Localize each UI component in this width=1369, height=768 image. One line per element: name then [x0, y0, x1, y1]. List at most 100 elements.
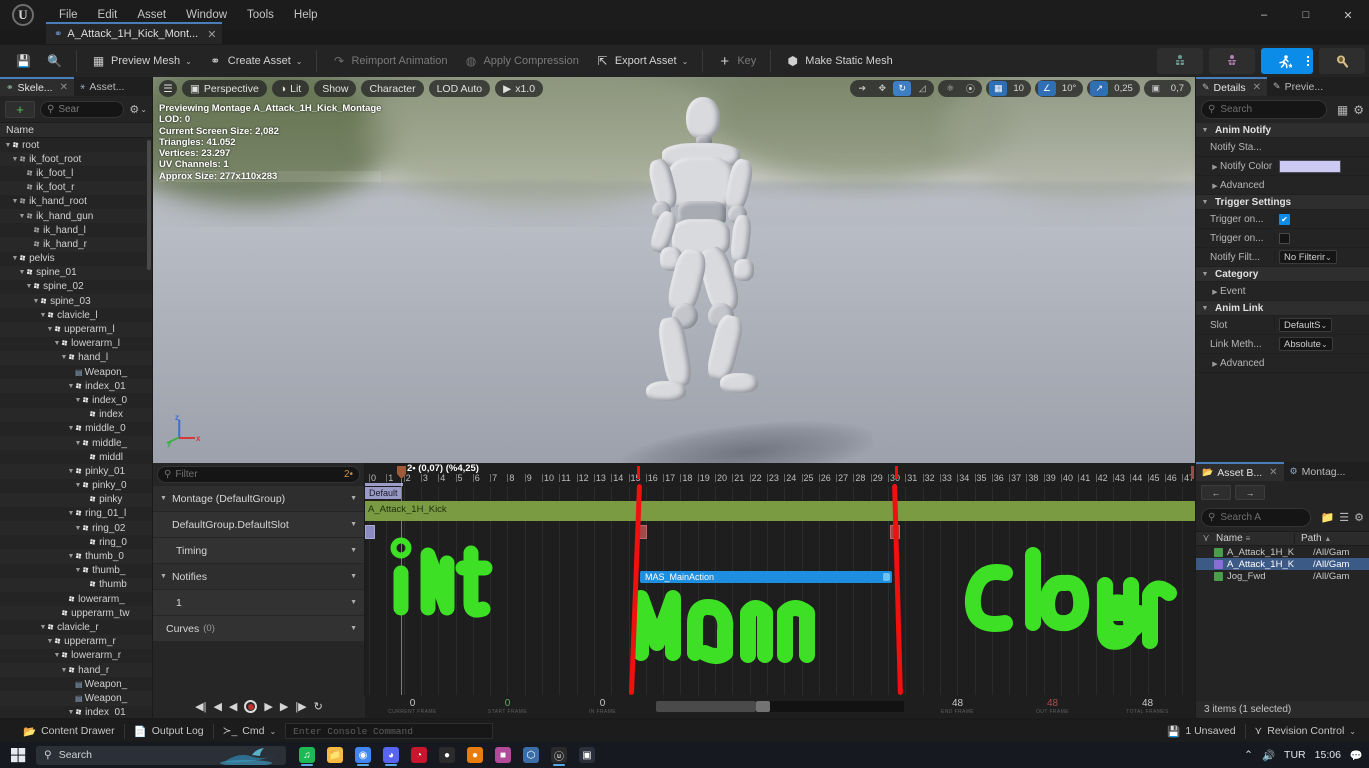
- tree-row[interactable]: ▼❖thumb_: [0, 564, 152, 578]
- taskbar-app-obs[interactable]: ●: [434, 743, 460, 767]
- tree-row[interactable]: ▼❖clavicle_l: [0, 308, 152, 322]
- unsaved-button[interactable]: 💾 1 Unsaved: [1158, 722, 1244, 740]
- step-back-button[interactable]: ◀: [213, 700, 221, 713]
- tab-details[interactable]: ✎ Details ✕: [1196, 77, 1267, 96]
- folder-icon[interactable]: 📁: [1321, 511, 1335, 524]
- track-header-row[interactable]: ▼Notifies▼: [153, 564, 364, 589]
- tree-row[interactable]: ❖thumb: [0, 578, 152, 592]
- taskbar-app-blender[interactable]: ●: [462, 743, 488, 767]
- taskbar-search-input[interactable]: ⚲ Search: [36, 746, 286, 765]
- make-static-mesh-button[interactable]: ⬢ Make Static Mesh: [777, 48, 900, 74]
- tree-row[interactable]: ▼❖ik_foot_root: [0, 152, 152, 166]
- checkbox-checked[interactable]: ✔: [1279, 214, 1290, 225]
- tree-row[interactable]: ▼❖upperarm_r: [0, 635, 152, 649]
- taskbar-app-substance[interactable]: ■: [490, 743, 516, 767]
- tree-row[interactable]: ▼❖middle_: [0, 436, 152, 450]
- property-dropdown[interactable]: No Filterir⌄: [1279, 250, 1337, 264]
- content-drawer-button[interactable]: 📂 Content Drawer: [14, 722, 124, 740]
- tree-row[interactable]: ▼❖clavicle_r: [0, 620, 152, 634]
- animation-mode-button[interactable]: ★: [1261, 48, 1307, 74]
- filter-icon[interactable]: ☰: [1339, 511, 1349, 524]
- track-menu-icon[interactable]: ▼: [350, 625, 357, 632]
- tab-animation-montage[interactable]: ⚭ A_Attack_1H_Kick_Mont... ✕: [46, 22, 222, 44]
- tab-close-icon[interactable]: ✕: [1269, 467, 1277, 478]
- camera-icon[interactable]: ▣: [1147, 81, 1165, 96]
- track-menu-icon[interactable]: ▼: [350, 547, 357, 554]
- track-menu-icon[interactable]: ▼: [350, 521, 357, 528]
- tree-row[interactable]: ▼❖ik_hand_root: [0, 195, 152, 209]
- details-category-header[interactable]: ▼Category: [1196, 267, 1369, 282]
- grid-view-icon[interactable]: ▦: [1337, 103, 1348, 117]
- skeleton-search-input[interactable]: ⚲ Sear: [40, 101, 124, 118]
- property-row[interactable]: ▶Event: [1196, 282, 1369, 301]
- notify-marker-start[interactable]: [365, 525, 375, 539]
- skeletal-mesh-mode-button[interactable]: [1209, 48, 1255, 74]
- track-header-row[interactable]: 1▼: [153, 590, 364, 615]
- camera-speed-value[interactable]: 0,7: [1167, 83, 1188, 94]
- checkbox-unchecked[interactable]: [1279, 233, 1290, 244]
- output-log-button[interactable]: 📄 Output Log: [125, 722, 213, 740]
- viewport-show-button[interactable]: Show: [314, 80, 356, 97]
- key-button[interactable]: + Key: [709, 48, 764, 74]
- tree-row[interactable]: ▼❖pinky_01: [0, 464, 152, 478]
- property-row[interactable]: ▶Advanced: [1196, 176, 1369, 195]
- property-expander[interactable]: ▶: [1210, 163, 1220, 171]
- scale-snap-icon[interactable]: ↗: [1090, 81, 1108, 96]
- category-expander[interactable]: ▼: [1200, 127, 1210, 134]
- tab-montage-sections[interactable]: ⚙ Montag...: [1284, 462, 1352, 481]
- tree-row[interactable]: ❖middl: [0, 450, 152, 464]
- tree-row[interactable]: ▼❖hand_l: [0, 351, 152, 365]
- track-header-row[interactable]: Timing▼: [153, 538, 364, 563]
- details-category-header[interactable]: ▼Anim Notify: [1196, 123, 1369, 138]
- tree-row[interactable]: ❖ik_foot_l: [0, 166, 152, 180]
- tree-row[interactable]: ▼❖spine_02: [0, 280, 152, 294]
- tree-row[interactable]: ❖lowerarm_: [0, 592, 152, 606]
- asset-list[interactable]: A_Attack_1H_K/All/GamA_Attack_1H_K/All/G…: [1196, 546, 1369, 582]
- property-row[interactable]: Trigger on...✔: [1196, 210, 1369, 229]
- save-button[interactable]: 💾: [8, 48, 39, 74]
- tree-row[interactable]: ▼❖lowerarm_l: [0, 337, 152, 351]
- animation-mode-options-button[interactable]: [1303, 48, 1313, 74]
- notify-color-swatch[interactable]: [1279, 160, 1341, 173]
- track-header-row[interactable]: DefaultGroup.DefaultSlot▼: [153, 512, 364, 537]
- track-expander[interactable]: ▼: [160, 495, 167, 502]
- category-expander[interactable]: ▼: [1200, 199, 1210, 206]
- section-marker-1[interactable]: [637, 466, 640, 479]
- tree-row[interactable]: ▼❖index_01: [0, 379, 152, 393]
- taskbar-app-spotify[interactable]: ♫: [294, 743, 320, 767]
- start-frame-field[interactable]: 0 START FRAME: [460, 698, 555, 715]
- tree-row[interactable]: ❖ik_hand_r: [0, 237, 152, 251]
- taskbar-app-discord[interactable]: ◕: [378, 743, 404, 767]
- col-name[interactable]: Name ≡: [1216, 533, 1294, 544]
- asset-row[interactable]: Jog_Fwd/All/Gam: [1196, 570, 1369, 582]
- property-row[interactable]: Notify Sta...: [1196, 138, 1369, 157]
- section-resize-handle[interactable]: [883, 573, 890, 581]
- notification-icon[interactable]: 💬: [1350, 749, 1363, 762]
- grid-snap-value[interactable]: 10: [1009, 83, 1028, 94]
- property-row[interactable]: ▶Advanced: [1196, 354, 1369, 373]
- montage-section-mas-mainaction[interactable]: MAS_MainAction: [640, 571, 892, 583]
- total-frames-field[interactable]: 48 TOTAL FRAMES: [1100, 698, 1195, 715]
- viewport-playrate-button[interactable]: ▶ x1.0: [495, 80, 543, 97]
- record-button[interactable]: [244, 700, 257, 713]
- preview-mesh-button[interactable]: ▦ Preview Mesh ⌄: [83, 48, 200, 74]
- asset-row[interactable]: A_Attack_1H_K/All/Gam: [1196, 558, 1369, 570]
- tree-row[interactable]: ▤Weapon_: [0, 365, 152, 379]
- angle-snap-value[interactable]: 10°: [1058, 83, 1080, 94]
- export-asset-button[interactable]: ⇱ Export Asset ⌄: [587, 48, 696, 74]
- tree-row[interactable]: ▼❖ring_01_l: [0, 507, 152, 521]
- asset-row[interactable]: A_Attack_1H_K/All/Gam: [1196, 546, 1369, 558]
- translate-tool-icon[interactable]: ✥: [873, 81, 891, 96]
- rotate-tool-icon[interactable]: ↻: [893, 81, 911, 96]
- tree-row[interactable]: ❖pinky: [0, 493, 152, 507]
- viewport-perspective-button[interactable]: ▣ Perspective: [182, 80, 267, 97]
- tree-row[interactable]: ▤Weapon_: [0, 677, 152, 691]
- taskbar-app-opera-gx[interactable]: ◔: [406, 743, 432, 767]
- taskbar-app-xbox[interactable]: ⬡: [518, 743, 544, 767]
- viewport-lod-button[interactable]: LOD Auto: [429, 80, 491, 97]
- tree-row[interactable]: ▼❖pinky_0: [0, 479, 152, 493]
- step-forward-button[interactable]: ▶: [280, 700, 288, 713]
- taskbar-app-file-explorer[interactable]: 📁: [322, 743, 348, 767]
- category-expander[interactable]: ▼: [1200, 271, 1210, 278]
- track-expander[interactable]: ▼: [160, 573, 167, 580]
